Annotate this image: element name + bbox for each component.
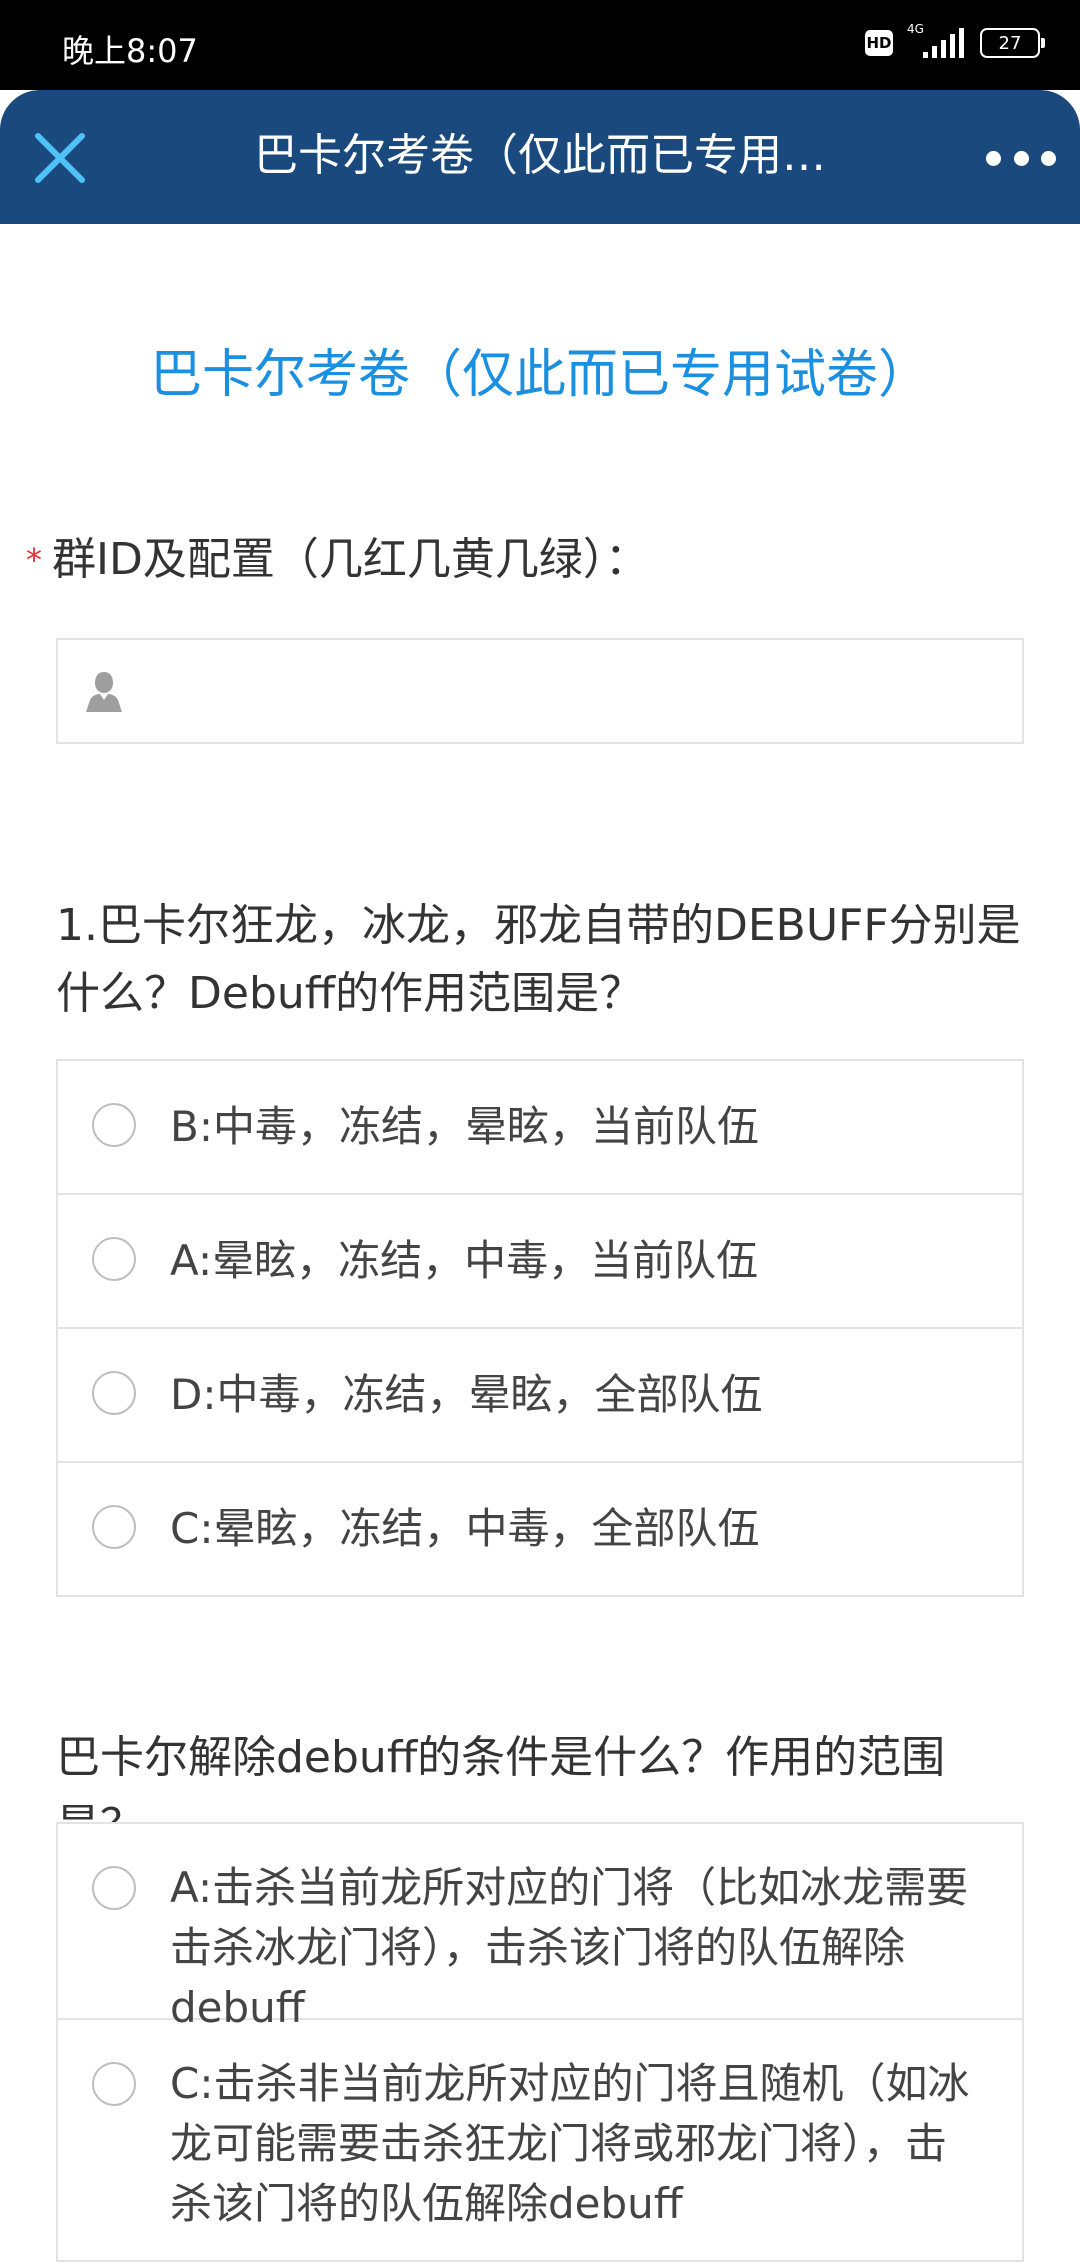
radio-button[interactable]	[92, 1103, 136, 1147]
nav-title: 巴卡尔考卷（仅此而已专用…	[254, 130, 826, 181]
option-label: D:中毒，冻结，晕眩，全部队伍	[170, 1370, 763, 1419]
question-1-options: B:中毒，冻结，晕眩，当前队伍 A:晕眩，冻结，中毒，当前队伍 D:中毒，冻结，…	[56, 1059, 1024, 1597]
option-label: C:晕眩，冻结，中毒，全部队伍	[170, 1504, 760, 1553]
option-q1-1[interactable]: B:中毒，冻结，晕眩，当前队伍	[58, 1061, 1022, 1195]
option-label: A:晕眩，冻结，中毒，当前队伍	[170, 1236, 759, 1285]
option-label: C:击杀非当前龙所对应的门将且随机（如冰龙可能需要击杀狂龙门将或邪龙门将），击杀…	[170, 2059, 970, 2228]
required-mark: *	[26, 541, 42, 579]
radio-button[interactable]	[92, 1371, 136, 1415]
field-label: * 群ID及配置（几红几黄几绿）：	[26, 530, 649, 590]
option-q2-1[interactable]: A:击杀当前龙所对应的门将（比如冰龙需要击杀冰龙门将），击杀该门将的队伍解除de…	[58, 1824, 1022, 2032]
option-q1-3[interactable]: D:中毒，冻结，晕眩，全部队伍	[58, 1329, 1022, 1463]
field-label-text: 群ID及配置（几红几黄几绿）：	[52, 534, 649, 585]
radio-button[interactable]	[92, 1866, 136, 1910]
more-button[interactable]	[986, 138, 1056, 178]
radio-button[interactable]	[92, 2062, 136, 2106]
option-q1-2[interactable]: A:晕眩，冻结，中毒，当前队伍	[58, 1195, 1022, 1329]
option-label: A:击杀当前龙所对应的门将（比如冰龙需要击杀冰龙门将），击杀该门将的队伍解除de…	[170, 1863, 969, 2032]
hd-icon: HD	[865, 30, 893, 56]
battery-level: 27	[998, 32, 1022, 54]
option-q1-4[interactable]: C:晕眩，冻结，中毒，全部队伍	[58, 1463, 1022, 1595]
group-id-field[interactable]	[56, 638, 1024, 744]
close-icon	[35, 133, 85, 183]
group-id-input[interactable]	[148, 660, 1012, 724]
nav-bar: 巴卡尔考卷（仅此而已专用…	[0, 90, 1080, 224]
status-bar: 晚上8:07 HD 4G 27	[0, 0, 1080, 90]
close-button[interactable]	[28, 126, 92, 190]
form-title: 巴卡尔考卷（仅此而已专用试卷）	[149, 345, 930, 405]
question-1: 1.巴卡尔狂龙，冰龙，邪龙自带的DEBUFF分别是什么？Debuff的作用范围是…	[56, 900, 1021, 1019]
status-icons: HD 4G 27	[865, 22, 1045, 58]
person-icon	[86, 672, 122, 712]
status-time: 晚上8:07	[62, 32, 198, 70]
more-dots-icon	[986, 150, 1001, 166]
option-label: B:中毒，冻结，晕眩，当前队伍	[170, 1102, 759, 1151]
network-type: 4G	[907, 22, 924, 36]
battery-icon: 27	[980, 28, 1045, 58]
signal-icon: 4G	[907, 22, 964, 58]
question-2-options: A:击杀当前龙所对应的门将（比如冰龙需要击杀冰龙门将），击杀该门将的队伍解除de…	[56, 1822, 1024, 2262]
radio-button[interactable]	[92, 1505, 136, 1549]
radio-button[interactable]	[92, 1237, 136, 1281]
option-q2-2[interactable]: C:击杀非当前龙所对应的门将且随机（如冰龙可能需要击杀狂龙门将或邪龙门将），击杀…	[58, 2020, 1022, 2266]
